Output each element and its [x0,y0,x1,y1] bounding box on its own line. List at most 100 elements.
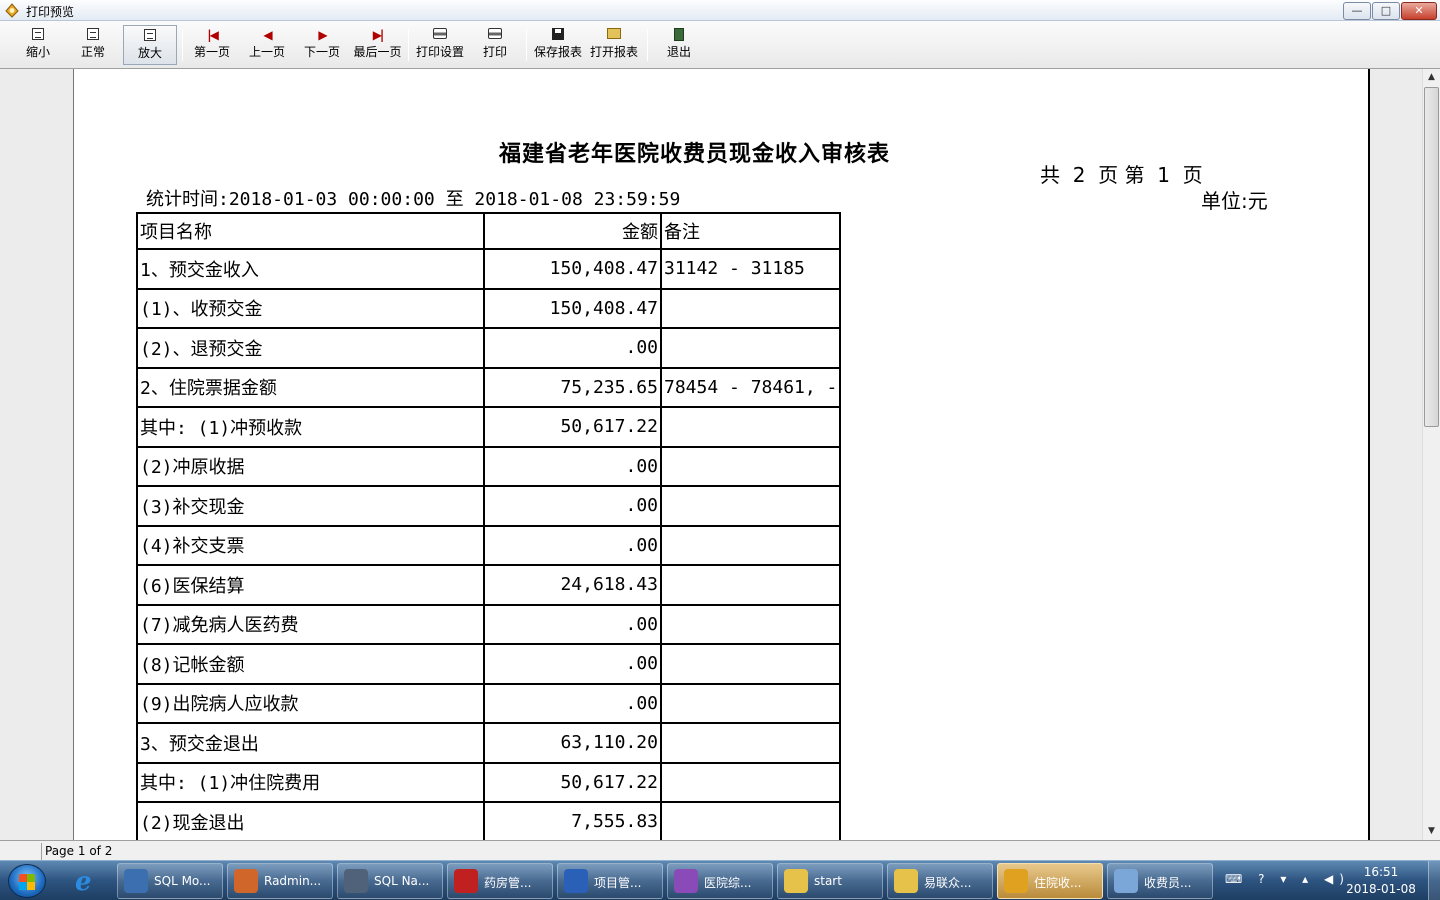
table-row: 3、预交金退出 63,110.20 [136,722,842,764]
show-desktop-button[interactable] [1428,861,1440,900]
column-header-note: 备注 [659,212,842,250]
row-note [659,524,842,566]
taskbar-item-label: SQL Na... [374,874,430,888]
tray-icons[interactable]: ⌨ ? ▾ ▴ ◀) [1225,872,1350,886]
row-amount: .00 [483,682,662,724]
row-amount: .00 [483,603,662,645]
first-page-label: 第一页 [193,45,230,59]
printer-icon [474,28,516,42]
taskbar-item[interactable]: 医院综... [667,863,773,899]
taskbar-clock[interactable]: 16:51 2018-01-08 [1340,864,1422,898]
row-note [659,485,842,527]
table-row: 1、预交金收入 150,408.47 31142 - 31185 [136,248,842,290]
row-note: 31142 - 31185 [659,248,842,290]
row-amount: 63,110.20 [483,722,662,764]
first-page-button[interactable]: |◀ 第一页 [188,25,236,65]
minimize-button[interactable]: — [1343,2,1371,20]
column-header-amount: 金额 [483,212,662,250]
close-button[interactable]: ✕ [1401,2,1437,20]
table-row: (8)记帐金额 .00 [136,643,842,685]
row-item-name: (2)冲原收据 [136,445,485,487]
row-amount: .00 [483,327,662,369]
table-row: (7)减免病人医药费 .00 [136,603,842,645]
table-row: (3)补交现金 .00 [136,485,842,527]
zoom-in-button[interactable]: 放大 [123,25,177,65]
last-page-label: 最后一页 [353,45,402,59]
taskbar-item[interactable]: Radmin... [227,863,333,899]
report-title: 福建省老年医院收费员现金收入审核表 [499,141,891,167]
clock-time: 16:51 [1363,865,1399,879]
last-page-button[interactable]: ▶| 最后一页 [350,25,405,65]
normal-view-page-icon [68,28,118,42]
pharmacy-app-icon [454,869,478,893]
status-bar: Page 1 of 2 [0,840,1440,860]
row-amount: 75,235.65 [483,366,662,408]
row-item-name: 1、预交金收入 [136,248,485,290]
internet-explorer-icon: e [75,867,92,897]
prev-page-label: 上一页 [248,45,285,59]
internet-explorer-pin[interactable]: e [62,863,114,899]
zoom-in-label: 放大 [137,46,162,60]
taskbar-item[interactable]: 项目管... [557,863,663,899]
exit-button[interactable]: 退出 [657,25,701,65]
row-amount: 150,408.47 [483,248,662,290]
row-item-name: 其中: (1)冲住院费用 [136,761,485,803]
scroll-down-arrow-icon[interactable]: ▼ [1423,823,1440,840]
row-amount: 7,555.83 [483,801,662,840]
toolbar-separator [526,29,527,61]
prev-page-button[interactable]: ◀ 上一页 [243,25,291,65]
taskbar-item-label: 医院综... [704,876,752,890]
zoom-out-page-icon [14,28,62,42]
table-row: 其中: (1)冲预收款 50,617.22 [136,406,842,448]
start-button[interactable] [8,864,46,898]
taskbar-item[interactable]: start [777,863,883,899]
row-note [659,682,842,724]
row-item-name: 其中: (1)冲预收款 [136,406,485,448]
taskbar-item-label: 收费员... [1144,876,1192,890]
zoom-out-button[interactable]: 缩小 [14,25,62,65]
paint-app-icon [1114,869,1138,893]
row-note [659,801,842,840]
normal-view-button[interactable]: 正常 [68,25,118,65]
row-note [659,722,842,764]
next-page-button[interactable]: ▶ 下一页 [298,25,346,65]
print-button[interactable]: 打印 [474,25,516,65]
row-item-name: (2)、退预交金 [136,327,485,369]
taskbar-item[interactable]: 药房管... [447,863,553,899]
vertical-scrollbar[interactable]: ▲ ▼ [1422,69,1440,840]
table-row: (1)、收预交金 150,408.47 [136,287,842,329]
taskbar-item[interactable]: 住院收... [997,863,1103,899]
row-item-name: (8)记帐金额 [136,643,485,685]
row-amount: .00 [483,643,662,685]
row-amount: 150,408.47 [483,287,662,329]
report-table: 项目名称 金额 备注 1、预交金收入 150,408.47 31142 - 3118… [136,212,842,840]
taskbar-item[interactable]: SQL Na... [337,863,443,899]
row-note [659,643,842,685]
scroll-up-arrow-icon[interactable]: ▲ [1423,69,1440,86]
open-report-button[interactable]: 打开报表 [587,25,641,65]
row-item-name: (7)减免病人医药费 [136,603,485,645]
row-amount: 50,617.22 [483,406,662,448]
preview-area[interactable]: 福建省老年医院收费员现金收入审核表 共 2 页 第 1 页 单位:元 统计时间:… [0,69,1422,840]
taskbar-item[interactable]: SQL Mo... [117,863,223,899]
taskbar-item-label: 项目管... [594,876,642,890]
row-item-name: (6)医保结算 [136,564,485,606]
folder-icon [894,869,918,893]
windows-taskbar: e SQL Mo... Radmin... SQL Na... 药房管... 项目管..… [0,860,1440,900]
save-report-button[interactable]: 保存报表 [531,25,585,65]
scrollbar-thumb[interactable] [1424,87,1439,427]
report-period: 统计时间:2018-01-03 00:00:00 至 2018-01-08 23… [146,189,681,210]
maximize-button[interactable]: □ [1372,2,1400,20]
row-note [659,445,842,487]
print-label: 打印 [482,45,507,59]
print-setup-button[interactable]: 打印设置 [413,25,467,65]
row-item-name: (4)补交支票 [136,524,485,566]
table-row: (9)出院病人应收款 .00 [136,682,842,724]
taskbar-item[interactable]: 收费员... [1107,863,1213,899]
next-page-icon: ▶ [318,28,327,42]
column-header-name: 项目名称 [136,212,485,250]
taskbar-item[interactable]: 易联众... [887,863,993,899]
table-header-row: 项目名称 金额 备注 [136,212,842,250]
save-report-label: 保存报表 [533,45,582,59]
windows-logo-icon [19,874,35,890]
